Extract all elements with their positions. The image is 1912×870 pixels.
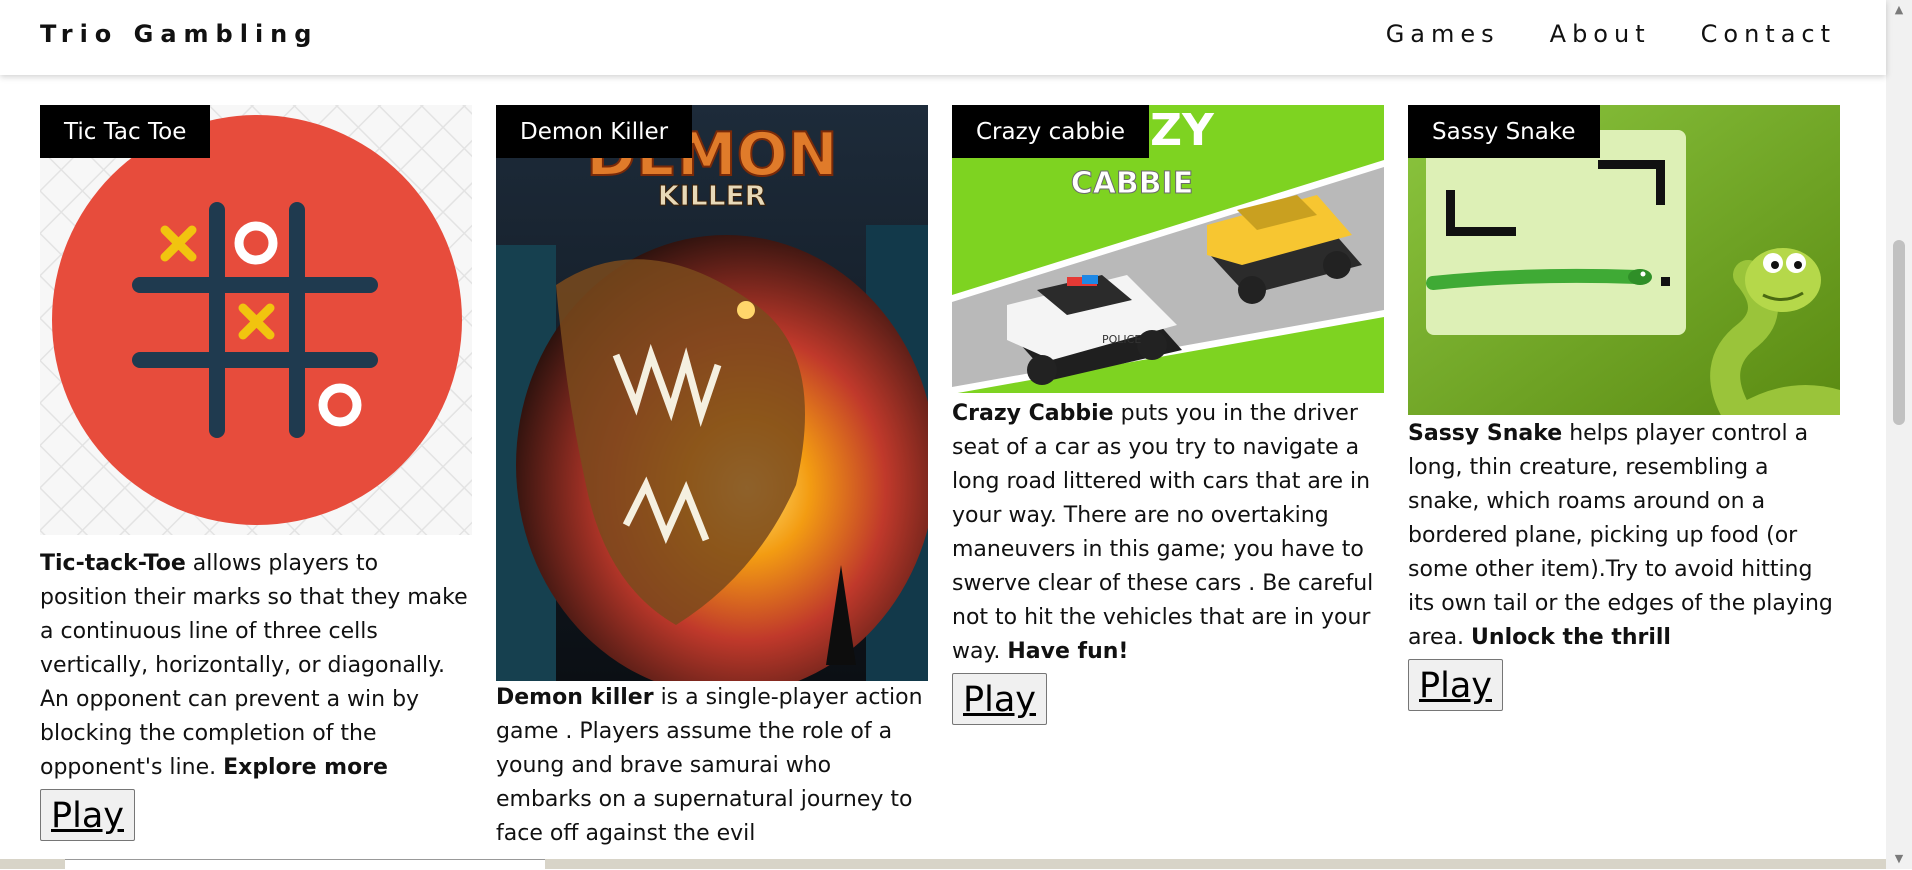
sassy-snake-image: Sassy Snake xyxy=(1408,105,1840,415)
scroll-up-arrow-icon[interactable]: ▲ xyxy=(1886,0,1912,20)
card-description: Tic-tack-Toe allows players to position … xyxy=(40,535,472,785)
nav-contact-link[interactable]: Contact xyxy=(1701,20,1836,48)
card-description: Sassy Snake helps player control a long,… xyxy=(1408,415,1840,655)
card-title: Crazy cabbie xyxy=(952,105,1150,158)
card-title: Sassy Snake xyxy=(1408,105,1600,158)
play-button[interactable]: Play xyxy=(952,673,1047,725)
bottom-panel xyxy=(65,859,545,870)
scroll-down-arrow-icon[interactable]: ▼ xyxy=(1886,849,1912,869)
demon-killer-illustration: DEMON KILLER xyxy=(496,105,928,681)
game-card-tic-tac-toe: Tic Tac Toe Tic-tack-Toe allows players … xyxy=(40,105,472,841)
vertical-scrollbar[interactable]: ▲ ▼ xyxy=(1886,0,1912,869)
have-fun-text: Have fun! xyxy=(1007,639,1129,664)
card-description: Demon killer is a single-player action g… xyxy=(496,681,928,851)
nav-games-link[interactable]: Games xyxy=(1386,20,1500,48)
top-navbar: Trio Gambling Games About Contact xyxy=(0,0,1886,75)
play-button[interactable]: Play xyxy=(40,789,135,841)
card-description: Crazy Cabbie puts you in the driver seat… xyxy=(952,393,1384,669)
police-car-label: POLICE xyxy=(1102,333,1141,346)
description-body: allows players to position their marks s… xyxy=(40,551,468,780)
unlock-thrill-text: Unlock the thrill xyxy=(1471,625,1671,650)
description-body: puts you in the driver seat of a car as … xyxy=(952,401,1374,664)
description-lead: Tic-tack-Toe xyxy=(40,551,186,576)
main-nav: Games About Contact xyxy=(1386,20,1836,48)
scroll-thumb[interactable] xyxy=(1893,240,1905,425)
card-title: Tic Tac Toe xyxy=(40,105,211,158)
game-card-demon-killer: DEMON KILLER Demon Killer Demon killer i… xyxy=(496,105,928,851)
description-lead: Sassy Snake xyxy=(1408,421,1563,446)
page-bottom-strip xyxy=(0,859,1886,870)
description-lead: Demon killer xyxy=(496,685,654,710)
crazy-cabbie-image: ZY CABBIE POLICE Crazy cabbie xyxy=(952,105,1384,393)
game-card-sassy-snake: Sassy Snake Sassy Snake helps player con… xyxy=(1408,105,1840,711)
nav-about-link[interactable]: About xyxy=(1550,20,1651,48)
demon-killer-art-subtitle: KILLER xyxy=(658,179,767,212)
description-body: helps player control a long, thin creatu… xyxy=(1408,421,1833,650)
tic-tac-toe-image: Tic Tac Toe xyxy=(40,105,472,535)
crazy-cabbie-art-subtitle: CABBIE xyxy=(1071,166,1194,201)
card-title: Demon Killer xyxy=(496,105,693,158)
description-lead: Crazy Cabbie xyxy=(952,401,1114,426)
play-button[interactable]: Play xyxy=(1408,659,1503,711)
crazy-cabbie-art-title: ZY xyxy=(1150,105,1215,156)
explore-more-text: Explore more xyxy=(223,755,388,780)
demon-killer-image: DEMON KILLER Demon Killer xyxy=(496,105,928,681)
tic-tac-toe-illustration xyxy=(40,105,472,535)
game-card-crazy-cabbie: ZY CABBIE POLICE Crazy cabbie Crazy Cabb… xyxy=(952,105,1384,725)
site-brand[interactable]: Trio Gambling xyxy=(40,20,318,48)
